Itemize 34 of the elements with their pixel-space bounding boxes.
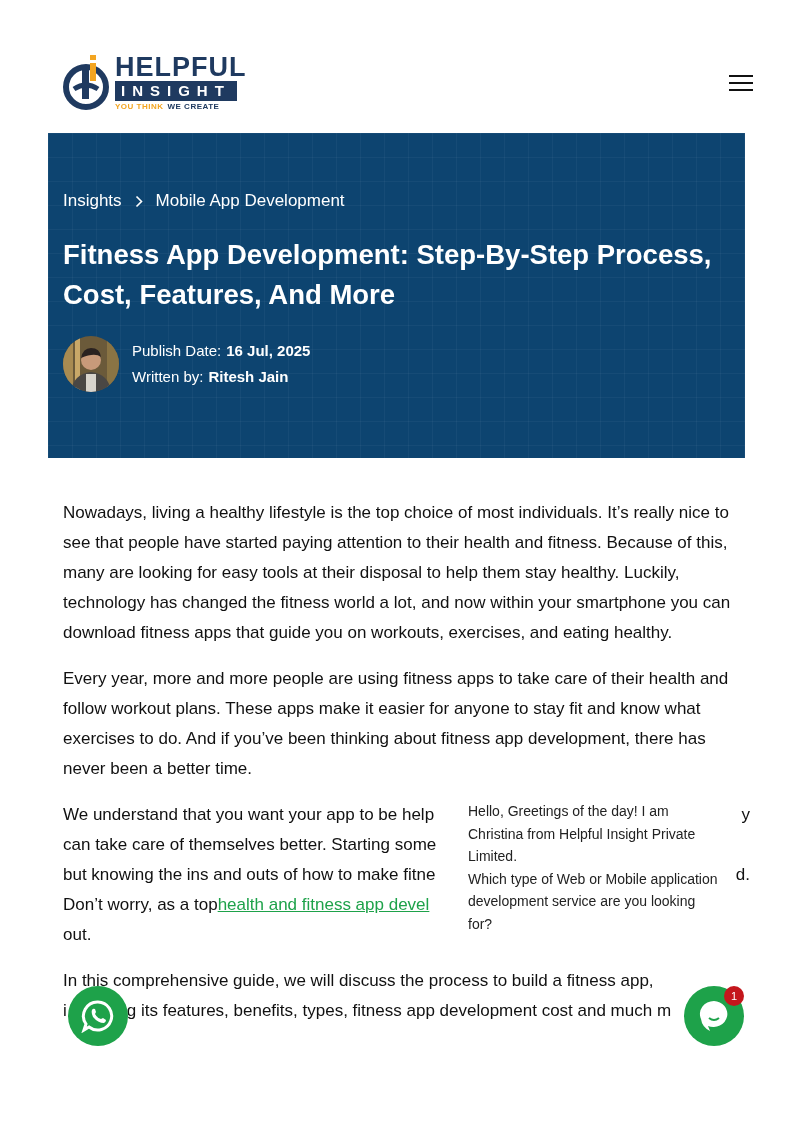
- chat-button[interactable]: [684, 986, 744, 1046]
- text-fragment: We understand that you want your app to be help: [63, 804, 435, 826]
- meta-label: Publish Date:: [132, 341, 222, 361]
- text-fragment: g its features, benefits, types, fitness app development cost and much m: [126, 1000, 672, 1022]
- breadcrumb-link[interactable]: Insights: [63, 189, 122, 213]
- chat-bubble-icon: [698, 999, 730, 1033]
- logo[interactable]: HELPFUL INSIGHT YOU THINK WE CREATE: [62, 53, 247, 112]
- article-title: Fitness App Development: Step-By-Step Process, Cost, Features, And More: [63, 238, 713, 312]
- logo-text: INSIGHT: [115, 80, 237, 101]
- text-fragment: i: [63, 1000, 67, 1022]
- whatsapp-icon: [81, 999, 115, 1033]
- logo-tagline: WE CREATE: [167, 100, 220, 112]
- chevron-right-icon: [134, 194, 143, 208]
- logo-tagline: YOU THINK: [115, 100, 164, 112]
- text-fragment: can take care of themselves better. Starting some: [63, 834, 437, 856]
- meta-value: Ritesh Jain: [208, 367, 289, 387]
- text-fragment: Don’t worry, as a top: [63, 894, 218, 916]
- breadcrumb-link[interactable]: Mobile App Development: [155, 189, 345, 213]
- text-fragment: but knowing the ins and outs of how to make fitne: [63, 864, 436, 886]
- logo-text: HELPFUL: [115, 53, 247, 80]
- notification-badge: 1: [724, 986, 744, 1006]
- menu-button[interactable]: [729, 73, 753, 92]
- text-fragment: out.: [63, 924, 92, 946]
- text-fragment: d.: [735, 864, 750, 886]
- menu-icon: [729, 73, 753, 92]
- meta-value: 16 Jul, 2025: [226, 341, 311, 361]
- text-fragment: y: [741, 804, 750, 826]
- body-paragraph: Nowadays, living a healthy lifestyle is the top choice of most individuals. It’s really nice to see that people have started paying attention to their health and fitness. Because of this, many are looking for easy tools at their disposal to help them stay healthy. Luckily, technology has changed the fitness world a lot, and now within your smartphone you can download fitness apps that guide you on workouts, exercises, and eating healthy.: [63, 502, 732, 644]
- meta-label: Written by:: [132, 367, 204, 387]
- chat-message: Which type of Web or Mobile application development service are you looking for?: [468, 869, 719, 934]
- text-fragment: In this comprehensive guide, we will discuss the process to build a fitness app,: [63, 970, 654, 992]
- chat-message: Hello, Greetings of the day! I am Christina from Helpful Insight Private Limited.: [468, 802, 697, 866]
- body-paragraph: Every year, more and more people are using fitness apps to take care of their health and follow workout plans. These apps make it easier for anyone to stay fit and know what exercises to do. And if you’ve been thinking about fitness app development, there has never been a better time.: [63, 668, 730, 780]
- logo-mark-icon: [62, 54, 112, 111]
